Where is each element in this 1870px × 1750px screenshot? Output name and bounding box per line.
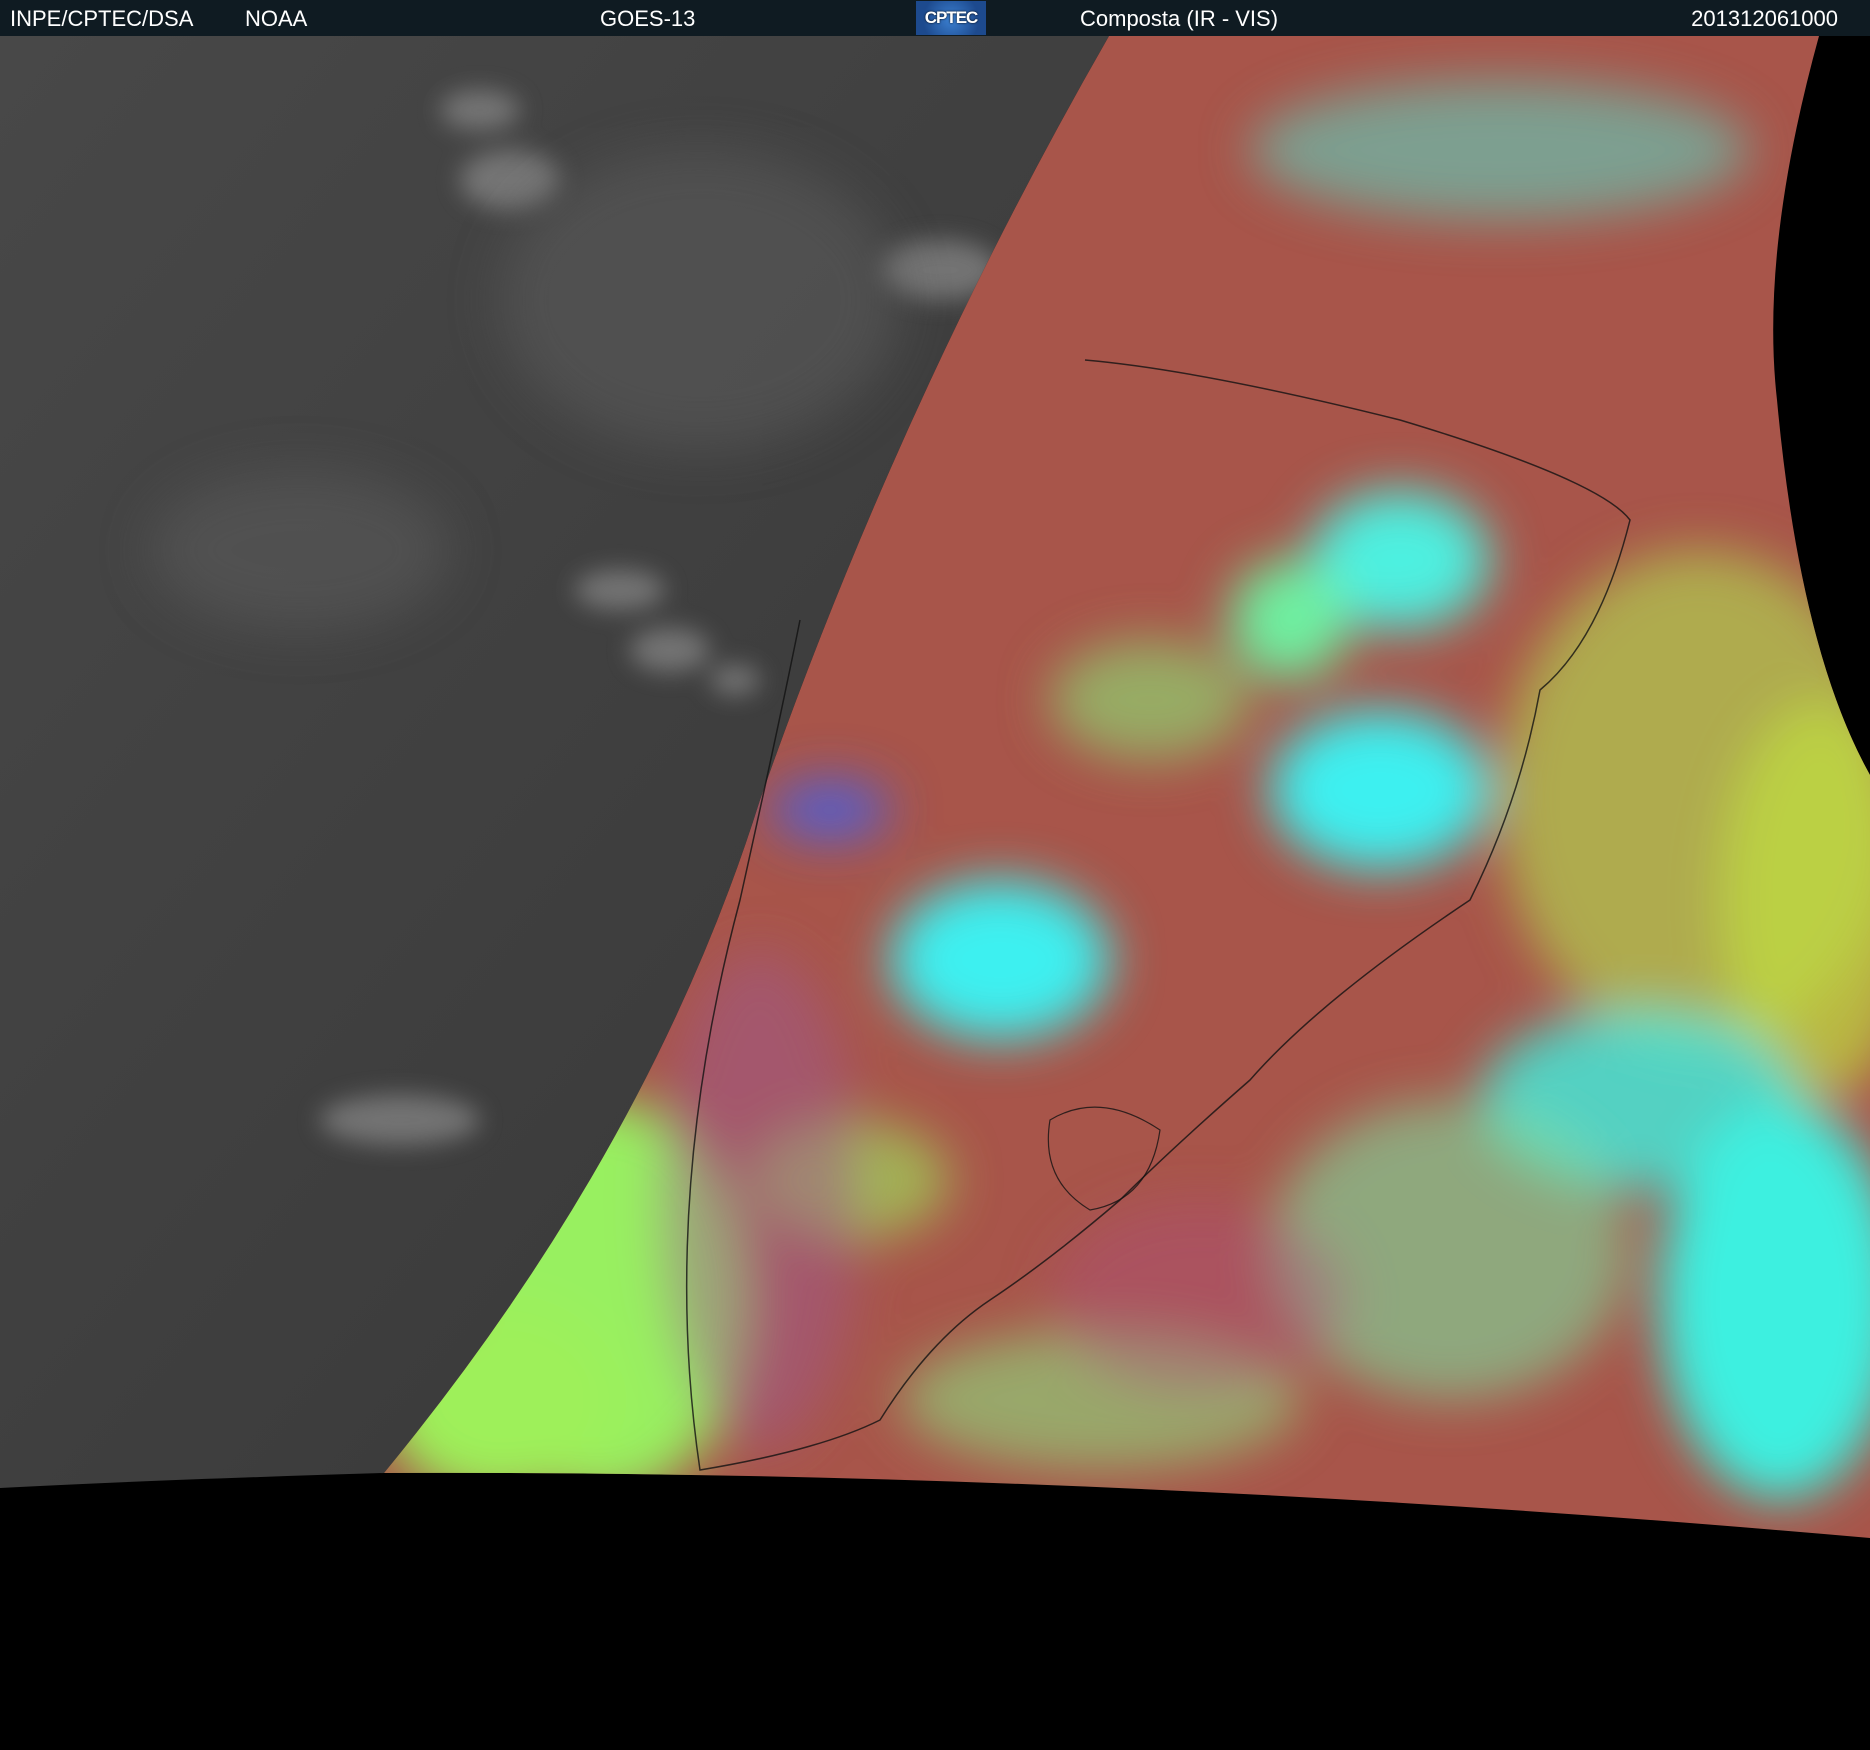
header-bar: INPE/CPTEC/DSA NOAA GOES-13 CPTEC Compos… (0, 0, 1870, 36)
partner-label: NOAA (245, 6, 308, 31)
timestamp-label: 201312061000 (1691, 6, 1838, 31)
product-label: Composta (IR - VIS) (1080, 6, 1279, 31)
agency-label: INPE/CPTEC/DSA (10, 6, 194, 31)
satellite-label: GOES-13 (600, 6, 696, 31)
satellite-image (0, 36, 1870, 1538)
cptec-logo: CPTEC (916, 1, 986, 35)
